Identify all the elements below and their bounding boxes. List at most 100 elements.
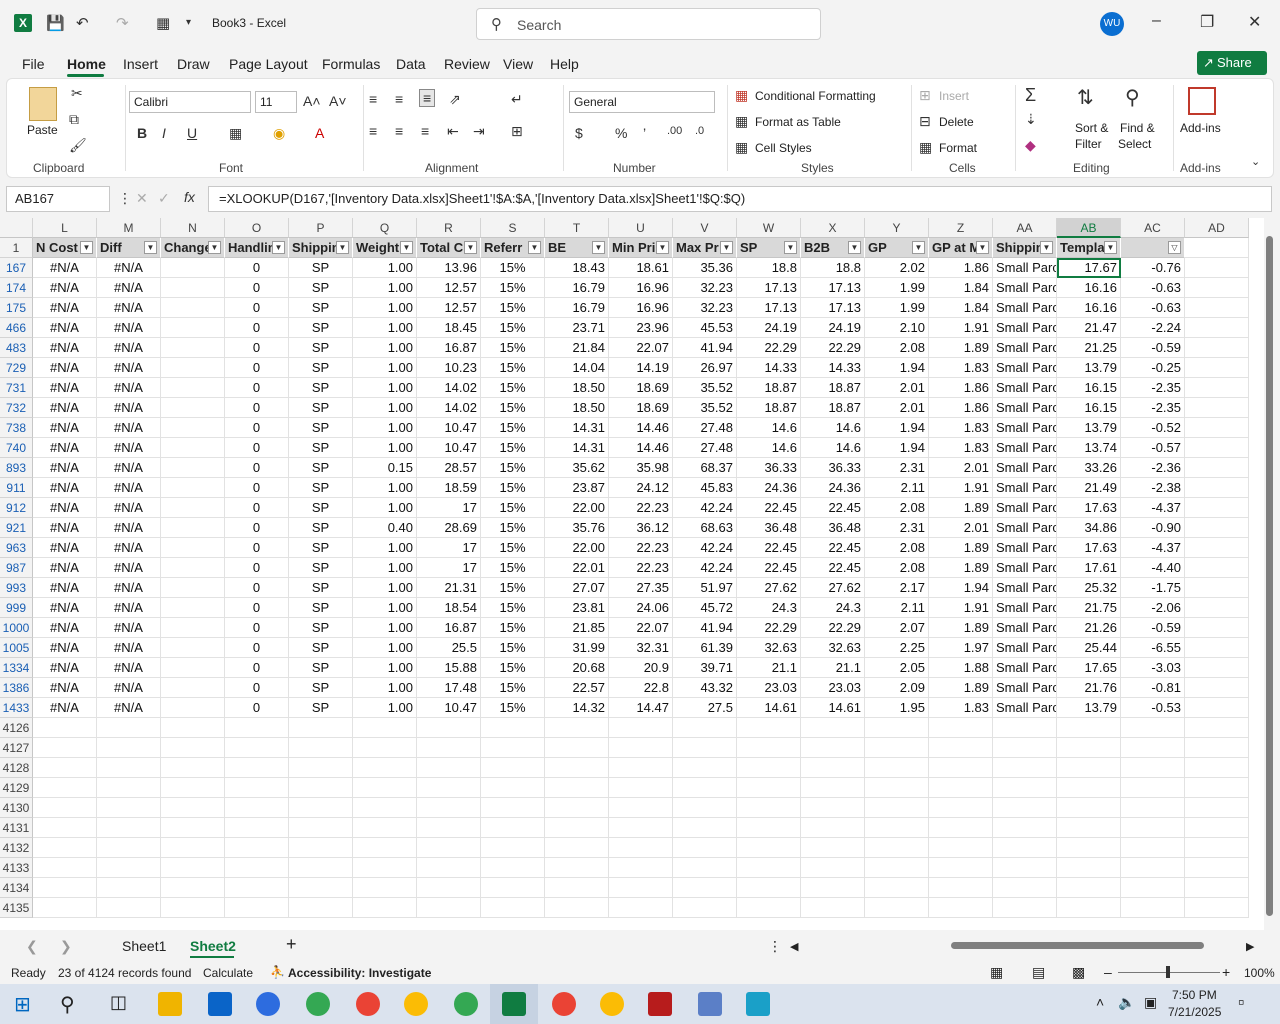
table-cell[interactable] [1185,698,1249,718]
cell[interactable] [481,738,545,758]
cell[interactable] [993,818,1057,838]
table-cell[interactable]: 2.01 [865,378,929,398]
table-cell[interactable]: 16.87 [417,338,481,358]
cell[interactable] [801,898,865,918]
table-cell[interactable]: 18.61 [609,258,673,278]
table-cell[interactable] [1185,418,1249,438]
table-cell[interactable]: 1.00 [353,538,417,558]
tab-formulas[interactable]: Formulas [322,56,380,72]
cell[interactable] [97,818,161,838]
row-number[interactable]: 963 [0,538,33,558]
row-number[interactable]: 912 [0,498,33,518]
cell[interactable] [225,898,289,918]
table-cell[interactable]: 16.96 [609,298,673,318]
table-cell[interactable]: #N/A [33,398,97,418]
table-cell[interactable]: 1.97 [929,638,993,658]
cell[interactable] [161,758,225,778]
table-cell[interactable]: 1.00 [353,438,417,458]
table-cell[interactable] [161,478,225,498]
cell[interactable] [417,738,481,758]
cancel-icon[interactable]: ✕ [136,190,148,207]
cell[interactable] [481,758,545,778]
table-cell[interactable]: 1.99 [865,278,929,298]
table-cell[interactable]: 35.62 [545,458,609,478]
table-cell[interactable] [161,358,225,378]
cell[interactable] [481,798,545,818]
windows-start-icon[interactable]: ⊞ [14,992,31,1017]
table-cell[interactable]: -3.03 [1121,658,1185,678]
table-cell[interactable]: 1.95 [865,698,929,718]
cell[interactable] [1185,758,1249,778]
table-cell[interactable]: 18.87 [801,378,865,398]
table-cell[interactable]: 22.29 [801,338,865,358]
cell[interactable] [289,738,353,758]
table-cell[interactable]: 15% [481,258,545,278]
table-cell[interactable]: 17 [417,558,481,578]
table-cell[interactable] [1185,538,1249,558]
table-cell[interactable]: #N/A [33,678,97,698]
table-cell[interactable]: -6.55 [1121,638,1185,658]
sheet-tab-sheet1[interactable]: Sheet1 [122,938,166,954]
table-cell[interactable] [1185,438,1249,458]
tab-review[interactable]: Review [444,56,490,72]
cell[interactable] [929,798,993,818]
table-cell[interactable]: 13.79 [1057,418,1121,438]
table-cell[interactable]: 14.46 [609,418,673,438]
table-cell[interactable]: 12.57 [417,278,481,298]
table-cell[interactable]: Small Parc [993,698,1057,718]
table-cell[interactable]: 25.32 [1057,578,1121,598]
cell[interactable] [1057,718,1121,738]
table-cell[interactable]: 0 [225,318,289,338]
cell[interactable] [737,838,801,858]
cell[interactable] [225,778,289,798]
cell[interactable] [865,798,929,818]
table-cell[interactable]: 2.01 [929,458,993,478]
cell[interactable] [289,858,353,878]
cell[interactable] [1121,818,1185,838]
table-cell[interactable] [1185,258,1249,278]
row-number[interactable]: 4132 [0,838,33,858]
cell[interactable] [161,838,225,858]
percent-icon[interactable]: % [615,125,627,141]
table-cell[interactable]: 17 [417,498,481,518]
table-cell[interactable]: 0 [225,258,289,278]
table-cell[interactable]: SP [289,258,353,278]
table-cell[interactable]: 27.48 [673,438,737,458]
table-cell[interactable]: 21.47 [1057,318,1121,338]
table-cell[interactable]: 1.00 [353,278,417,298]
cell[interactable] [993,778,1057,798]
table-cell[interactable]: 15% [481,418,545,438]
cell[interactable] [993,738,1057,758]
table-cell[interactable]: 24.19 [801,318,865,338]
table-cell[interactable]: #N/A [33,418,97,438]
table-cell[interactable]: 2.01 [865,398,929,418]
cell[interactable] [801,878,865,898]
cell[interactable] [353,818,417,838]
table-cell[interactable]: 39.71 [673,658,737,678]
table-cell[interactable]: #N/A [97,598,161,618]
cell[interactable] [481,858,545,878]
column-header[interactable]: Y [865,218,929,238]
vertical-scroll-thumb[interactable] [1266,236,1273,916]
table-cell[interactable]: 1.84 [929,298,993,318]
cell[interactable] [353,758,417,778]
chrome-profile-4-icon[interactable] [454,992,478,1016]
table-cell[interactable]: SP [289,538,353,558]
table-cell[interactable]: 14.04 [545,358,609,378]
table-cell[interactable]: Small Parc [993,338,1057,358]
row-number[interactable]: 4128 [0,758,33,778]
table-cell[interactable]: 18.43 [545,258,609,278]
row-number[interactable]: 175 [0,298,33,318]
cell[interactable] [1057,818,1121,838]
cell[interactable] [1057,878,1121,898]
table-cell[interactable]: 1.00 [353,678,417,698]
taskbar-search-icon[interactable]: ⚲ [60,992,75,1017]
cell[interactable] [737,798,801,818]
table-cell[interactable]: 15% [481,458,545,478]
cell[interactable] [225,818,289,838]
cell[interactable] [865,758,929,778]
cell[interactable] [737,898,801,918]
table-cell[interactable]: 17.13 [801,278,865,298]
cell[interactable] [1057,738,1121,758]
table-cell[interactable]: 23.87 [545,478,609,498]
